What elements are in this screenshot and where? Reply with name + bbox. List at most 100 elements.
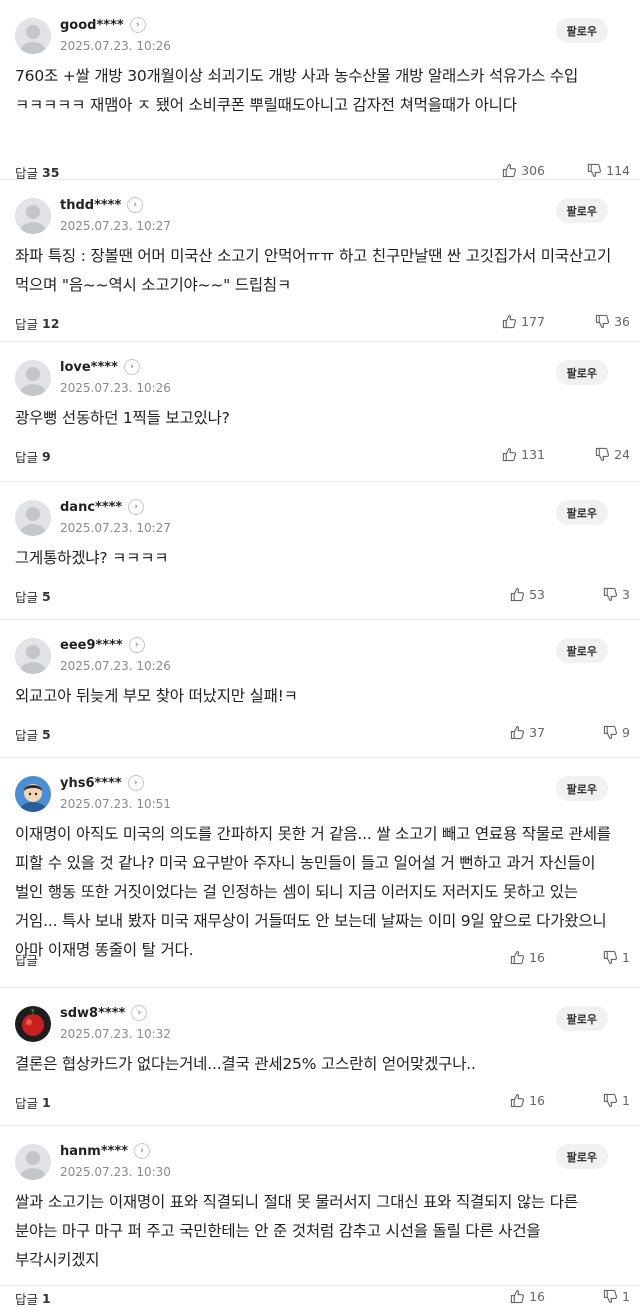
dislike-count: 1 [622,1289,630,1304]
comment-author[interactable]: yhs6**** › [60,775,144,791]
nickname[interactable]: good**** [60,18,124,33]
reply-button[interactable]: 답글 [15,950,42,969]
dislike-count: 1 [622,1093,630,1108]
follow-button[interactable]: 팔로우 [555,1144,608,1169]
avatar[interactable] [15,776,51,812]
comment-author[interactable]: thdd**** › [60,197,144,213]
reply-button[interactable]: 답글 1 [15,1093,51,1112]
reply-label: 답글 [15,590,39,605]
like-button[interactable]: 131 [502,447,545,462]
reply-button[interactable]: 답글 1 [15,1289,51,1308]
avatar[interactable] [15,638,51,674]
like-button[interactable]: 177 [502,314,545,329]
like-button[interactable]: 16 [510,1289,545,1304]
comment-author[interactable]: good**** › [60,17,146,33]
comment-text: 이재명이 아직도 미국의 의도를 간파하지 못한 거 같음... 쌀 소고기 빼… [15,825,611,959]
follow-button[interactable]: 팔로우 [555,500,608,525]
nickname[interactable]: yhs6**** [60,776,122,791]
follow-button[interactable]: 팔로우 [555,638,608,663]
like-button[interactable]: 306 [502,163,545,178]
chevron-right-icon[interactable]: › [131,1005,148,1021]
reply-label: 답글 [15,450,39,465]
nickname[interactable]: danc**** [60,500,122,515]
dislike-count: 36 [614,314,630,329]
thumbs-down-icon [603,1093,618,1108]
comment-author[interactable]: eee9**** › [60,637,145,653]
dislike-button[interactable]: 3 [603,587,630,602]
thumbs-down-icon [595,447,610,462]
like-count: 53 [529,587,545,602]
reply-count: 1 [42,1095,51,1110]
like-button[interactable]: 37 [510,725,545,740]
follow-button[interactable]: 팔로우 [555,360,608,385]
thumbs-up-icon [502,447,517,462]
comment-author[interactable]: hanm**** › [60,1143,151,1159]
thumbs-up-icon [510,1289,525,1304]
thumbs-down-icon [595,314,610,329]
like-count: 16 [529,1093,545,1108]
avatar[interactable] [15,18,51,54]
reply-label: 답글 [15,953,39,968]
follow-button[interactable]: 팔로우 [555,198,608,223]
follow-button[interactable]: 팔로우 [555,776,608,801]
reply-count: 5 [42,589,51,604]
comment-author[interactable]: love**** › [60,359,140,375]
chevron-right-icon[interactable]: › [127,775,144,791]
comment-item: yhs6**** › 2025.07.23. 10:51 팔로우 이재명이 아직… [0,758,640,988]
nickname[interactable]: love**** [60,360,118,375]
chevron-right-icon[interactable]: › [128,637,145,653]
avatar[interactable] [15,500,51,536]
like-button[interactable]: 16 [510,1093,545,1108]
reply-count: 9 [42,449,51,464]
comment-date: 2025.07.23. 10:26 [60,659,171,673]
comment-footer: 답글 5 37 9 [15,725,630,745]
follow-button[interactable]: 팔로우 [555,18,608,43]
dislike-button[interactable]: 1 [603,950,630,965]
nickname[interactable]: thdd**** [60,198,121,213]
dislike-count: 114 [606,163,630,178]
chevron-right-icon[interactable]: › [128,499,145,515]
reply-button[interactable]: 답글 12 [15,314,59,333]
comment-item: sdw8**** › 2025.07.23. 10:32 팔로우 결론은 협상카… [0,988,640,1126]
dislike-button[interactable]: 114 [587,163,630,178]
like-count: 177 [521,314,545,329]
dislike-button[interactable]: 36 [595,314,630,329]
dislike-count: 3 [622,587,630,602]
comment-author[interactable]: sdw8**** › [60,1005,148,1021]
chevron-right-icon[interactable]: › [127,197,144,213]
reply-button[interactable]: 답글 5 [15,587,51,606]
chevron-right-icon[interactable]: › [123,359,140,375]
comment-item: love**** › 2025.07.23. 10:26 팔로우 광우뻥 선동하… [0,342,640,482]
dislike-count: 24 [614,447,630,462]
nickname[interactable]: sdw8**** [60,1006,125,1021]
comment-date: 2025.07.23. 10:32 [60,1027,171,1041]
like-button[interactable]: 16 [510,950,545,965]
avatar[interactable] [15,198,51,234]
like-button[interactable]: 53 [510,587,545,602]
comment-text: 760조 +쌀 개방 30개월이상 쇠괴기도 개방 사과 농수산물 개방 알래스… [15,67,579,114]
chevron-right-icon[interactable]: › [134,1143,151,1159]
comment-date: 2025.07.23. 10:51 [60,797,171,811]
reply-button[interactable]: 답글 9 [15,447,51,466]
reply-label: 답글 [15,1292,39,1307]
avatar[interactable] [15,1144,51,1180]
reply-button[interactable]: 답글 5 [15,725,51,744]
chevron-right-icon[interactable]: › [129,17,146,33]
dislike-button[interactable]: 1 [603,1093,630,1108]
comment-text: 광우뻥 선동하던 1찍들 보고있나? [15,409,230,427]
nickname[interactable]: eee9**** [60,638,123,653]
dislike-button[interactable]: 1 [603,1289,630,1304]
nickname[interactable]: hanm**** [60,1144,128,1159]
like-count: 37 [529,725,545,740]
avatar[interactable] [15,1006,51,1042]
dislike-button[interactable]: 24 [595,447,630,462]
comment-footer: 답글 5 53 3 [15,587,630,607]
comment-date: 2025.07.23. 10:26 [60,381,171,395]
comment-text: 쌀과 소고기는 이재명이 표와 직결되니 절대 못 물러서지 그대신 표와 직결… [15,1193,578,1269]
comment-author[interactable]: danc**** › [60,499,145,515]
follow-button[interactable]: 팔로우 [555,1006,608,1031]
dislike-button[interactable]: 9 [603,725,630,740]
reply-label: 답글 [15,728,39,743]
comment-text: 그게통하겠냐? ㅋㅋㅋㅋ [15,549,169,567]
avatar[interactable] [15,360,51,396]
